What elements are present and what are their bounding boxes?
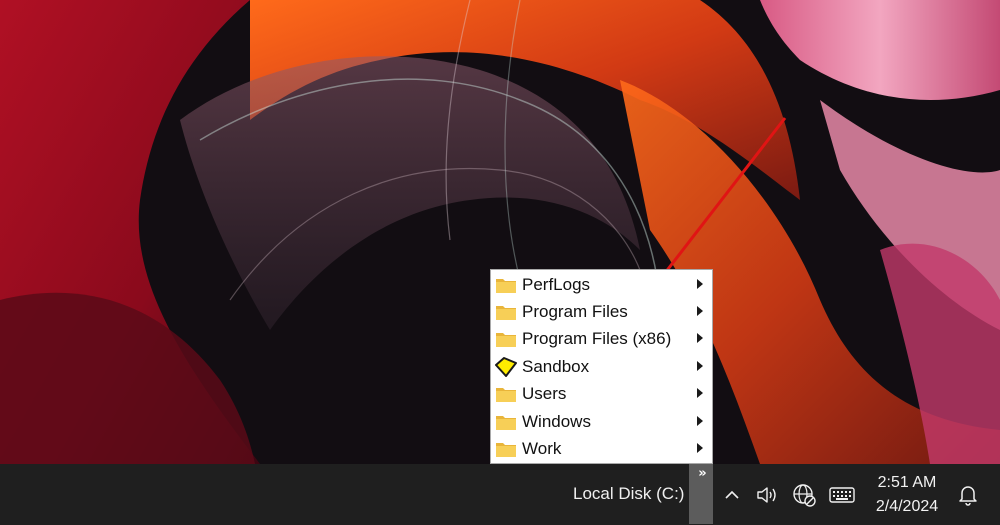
system-clock[interactable]: 2:51 AM 2/4/2024 xyxy=(861,471,953,519)
network-globe-icon[interactable] xyxy=(791,482,817,508)
menu-item-perflogs[interactable]: PerfLogs xyxy=(491,271,712,298)
menu-item-windows[interactable]: Windows xyxy=(491,408,712,435)
submenu-arrow-icon xyxy=(697,279,703,289)
menu-item-label: Sandbox xyxy=(522,356,590,376)
submenu-arrow-icon xyxy=(697,443,703,453)
menu-item-label: Users xyxy=(522,383,567,403)
speaker-icon[interactable] xyxy=(754,482,780,508)
submenu-arrow-icon xyxy=(697,306,703,316)
bell-icon[interactable] xyxy=(955,482,981,508)
local-disk-toolbar-label[interactable]: Local Disk (C:) xyxy=(573,484,684,504)
taskbar: Local Disk (C:) » 2:51 AM 2/4/2024 xyxy=(0,464,1000,525)
clock-date: 2/4/2024 xyxy=(875,498,939,515)
menu-item-program-files-x86[interactable]: Program Files (x86) xyxy=(491,325,712,352)
keyboard-icon[interactable] xyxy=(829,482,855,508)
menu-item-label: Program Files (x86) xyxy=(522,328,672,348)
sandbox-diamond-icon xyxy=(493,353,519,380)
folder-icon xyxy=(493,380,519,407)
clock-time: 2:51 AM xyxy=(877,474,937,491)
folder-cascade-menu: PerfLogs Program Files Program Files (x8… xyxy=(490,269,713,464)
menu-item-work[interactable]: Work xyxy=(491,435,712,462)
folder-icon xyxy=(493,408,519,435)
menu-item-label: Work xyxy=(522,438,562,458)
menu-item-program-files[interactable]: Program Files xyxy=(491,298,712,325)
submenu-arrow-icon xyxy=(697,333,703,343)
folder-icon xyxy=(493,435,519,462)
menu-item-label: PerfLogs xyxy=(522,274,591,294)
double-chevron-icon: » xyxy=(698,466,707,481)
toolbar-overflow-button[interactable]: » xyxy=(689,464,713,524)
folder-icon xyxy=(493,298,519,325)
chevron-up-icon[interactable] xyxy=(719,482,745,508)
folder-icon xyxy=(493,271,519,298)
menu-item-label: Program Files xyxy=(522,301,628,321)
menu-item-users[interactable]: Users xyxy=(491,380,712,407)
submenu-arrow-icon xyxy=(697,416,703,426)
menu-item-sandbox[interactable]: Sandbox xyxy=(491,353,712,380)
submenu-arrow-icon xyxy=(697,361,703,371)
folder-icon xyxy=(493,325,519,352)
submenu-arrow-icon xyxy=(697,388,703,398)
menu-item-label: Windows xyxy=(522,411,591,431)
